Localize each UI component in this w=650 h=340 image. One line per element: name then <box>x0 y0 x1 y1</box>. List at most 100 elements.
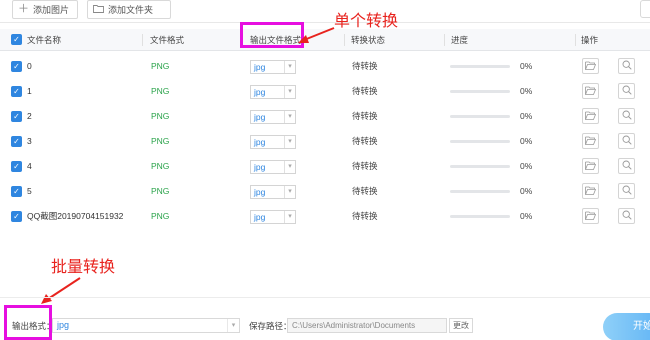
output-format-select[interactable]: jpg ▾ <box>250 210 296 224</box>
table-row: ✓ 1 PNG jpg ▾ 待转换 0% <box>0 79 650 104</box>
progress-bar <box>450 140 510 143</box>
output-format-select[interactable]: jpg ▾ <box>250 60 296 74</box>
progress-percent: 0% <box>520 111 533 121</box>
open-folder-button[interactable] <box>582 58 599 74</box>
output-format-value: jpg <box>254 62 266 72</box>
row-checkbox[interactable]: ✓ <box>11 61 22 72</box>
magnifier-icon <box>622 185 632 197</box>
conversion-status: 待转换 <box>352 136 378 146</box>
preview-button[interactable] <box>618 158 635 174</box>
chevron-down-icon: ▾ <box>284 61 295 73</box>
file-format: PNG <box>151 161 170 171</box>
conversion-status: 待转换 <box>352 61 378 71</box>
header-actions: 操作 <box>581 35 599 45</box>
progress-percent: 0% <box>520 211 533 221</box>
magnifier-icon <box>622 160 632 172</box>
row-checkbox[interactable]: ✓ <box>11 86 22 97</box>
single-convert-highlight-box <box>240 22 304 48</box>
folder-open-icon <box>585 161 597 172</box>
column-divider <box>575 34 576 46</box>
preview-button[interactable] <box>618 58 635 74</box>
progress-percent: 0% <box>520 186 533 196</box>
column-divider <box>444 34 445 46</box>
output-format-value: jpg <box>254 187 266 197</box>
add-folder-label: 添加文件夹 <box>108 5 154 15</box>
output-format-select[interactable]: jpg ▾ <box>250 160 296 174</box>
header-progress: 进度 <box>451 35 469 45</box>
progress-bar <box>450 215 510 218</box>
start-convert-button[interactable]: 开始 <box>603 313 650 340</box>
table-row: ✓ 4 PNG jpg ▾ 待转换 0% <box>0 154 650 179</box>
preview-button[interactable] <box>618 133 635 149</box>
file-name: 3 <box>27 136 32 146</box>
folder-open-icon <box>585 86 597 97</box>
magnifier-icon <box>622 135 632 147</box>
output-format-value: jpg <box>254 162 266 172</box>
file-format: PNG <box>151 111 170 121</box>
progress-percent: 0% <box>520 136 533 146</box>
table-row: ✓ QQ截图20190704151932 PNG jpg ▾ 待转换 0% <box>0 204 650 229</box>
open-folder-button[interactable] <box>582 183 599 199</box>
open-folder-button[interactable] <box>582 133 599 149</box>
chevron-down-icon: ▾ <box>284 161 295 173</box>
output-format-select[interactable]: jpg ▾ <box>250 85 296 99</box>
progress-bar <box>450 190 510 193</box>
magnifier-icon <box>622 60 632 72</box>
progress-bar <box>450 115 510 118</box>
preview-button[interactable] <box>618 183 635 199</box>
progress-percent: 0% <box>520 86 533 96</box>
file-format: PNG <box>151 86 170 96</box>
magnifier-icon <box>622 210 632 222</box>
header-file-name: 文件名称 <box>27 35 62 45</box>
add-image-button[interactable]: ＋ 添加图片 <box>12 0 78 19</box>
output-format-select[interactable]: jpg ▾ <box>250 135 296 149</box>
toolbar: ＋ 添加图片 添加文件夹 <box>0 0 650 22</box>
header-file-format: 文件格式 <box>150 35 185 45</box>
folder-icon <box>93 4 104 16</box>
row-checkbox[interactable]: ✓ <box>11 211 22 222</box>
single-convert-arrow <box>298 27 335 43</box>
chevron-down-icon: ▾ <box>284 111 295 123</box>
select-all-checkbox[interactable]: ✓ <box>11 34 22 45</box>
add-folder-button[interactable]: 添加文件夹 <box>87 0 171 19</box>
preview-button[interactable] <box>618 108 635 124</box>
row-checkbox[interactable]: ✓ <box>11 136 22 147</box>
table-row: ✓ 2 PNG jpg ▾ 待转换 0% <box>0 104 650 129</box>
progress-bar <box>450 165 510 168</box>
file-name: QQ截图20190704151932 <box>27 211 124 221</box>
bottom-divider <box>0 297 650 298</box>
row-checkbox[interactable]: ✓ <box>11 186 22 197</box>
toolbar-menu-button[interactable] <box>640 0 650 18</box>
row-checkbox[interactable]: ✓ <box>11 161 22 172</box>
batch-convert-arrow <box>41 277 81 304</box>
progress-percent: 0% <box>520 161 533 171</box>
magnifier-icon <box>622 110 632 122</box>
progress-bar <box>450 65 510 68</box>
open-folder-button[interactable] <box>582 83 599 99</box>
output-format-select[interactable]: jpg ▾ <box>250 110 296 124</box>
folder-open-icon <box>585 61 597 72</box>
row-checkbox[interactable]: ✓ <box>11 111 22 122</box>
magnifier-icon <box>622 85 632 97</box>
file-format: PNG <box>151 186 170 196</box>
chevron-down-icon: ▾ <box>284 86 295 98</box>
output-format-select[interactable]: jpg ▾ <box>250 185 296 199</box>
table-row: ✓ 0 PNG jpg ▾ 待转换 0% <box>0 54 650 79</box>
open-folder-button[interactable] <box>582 158 599 174</box>
save-path-input[interactable]: C:\Users\Administrator\Documents <box>287 318 447 333</box>
conversion-status: 待转换 <box>352 161 378 171</box>
output-format-value: jpg <box>254 212 266 222</box>
file-name: 0 <box>27 61 32 71</box>
preview-button[interactable] <box>618 83 635 99</box>
preview-button[interactable] <box>618 208 635 224</box>
conversion-status: 待转换 <box>352 111 378 121</box>
change-path-button[interactable]: 更改 <box>449 318 473 333</box>
file-name: 5 <box>27 186 32 196</box>
open-folder-button[interactable] <box>582 108 599 124</box>
output-format-value: jpg <box>254 137 266 147</box>
batch-output-format-select[interactable]: jpg ▾ <box>52 318 240 333</box>
add-image-label: 添加图片 <box>33 5 70 15</box>
conversion-status: 待转换 <box>352 211 378 221</box>
open-folder-button[interactable] <box>582 208 599 224</box>
column-divider <box>142 34 143 46</box>
